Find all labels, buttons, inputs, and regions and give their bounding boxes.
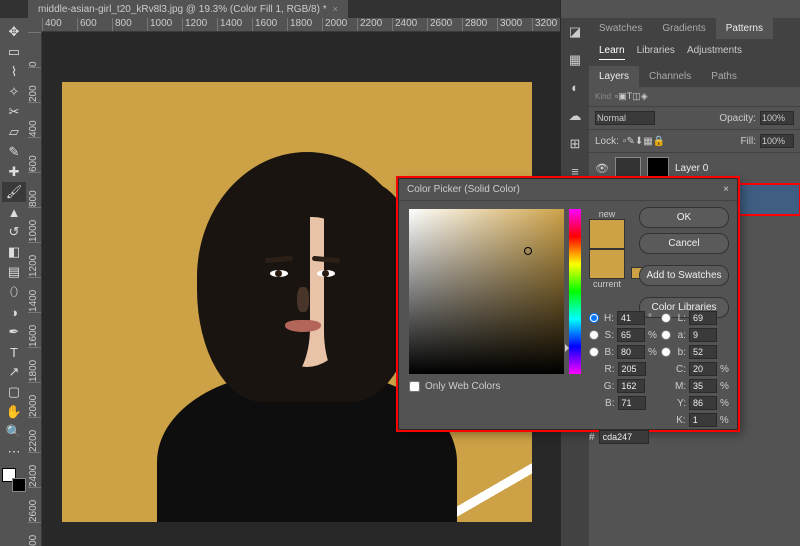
current-color-swatch <box>589 249 625 279</box>
l-radio[interactable] <box>661 313 671 323</box>
new-color-label: new <box>589 209 625 219</box>
tab-adjustments[interactable]: Adjustments <box>687 45 742 60</box>
a-radio[interactable] <box>661 330 671 340</box>
layers-filter-row: Kind ▫▣T◫◈ <box>589 87 800 107</box>
pen-tool[interactable]: ✒ <box>2 322 26 342</box>
bl-radio[interactable] <box>661 347 671 357</box>
kind-label: Kind <box>595 92 611 101</box>
toolbox: ✥ ▭ ⌇ ✧ ✂ ▱ ✎ ✚ 🖌 ▲ ↺ ◧ ▤ ⬯ ◑ ✒ T ↗ ▢ ✋ … <box>0 18 28 546</box>
hand-tool[interactable]: ✋ <box>2 402 26 422</box>
libraries-panel-icon[interactable]: ☁ <box>566 108 584 126</box>
tab-libraries[interactable]: Libraries <box>637 45 675 60</box>
edit-toolbar[interactable]: ⋯ <box>2 442 26 462</box>
wand-tool[interactable]: ✧ <box>2 82 26 102</box>
layer-name: Layer 0 <box>675 163 708 174</box>
s-radio[interactable] <box>589 330 599 340</box>
close-icon[interactable]: × <box>723 184 729 195</box>
color-panel-icon[interactable]: ◪ <box>566 24 584 42</box>
frame-tool[interactable]: ▱ <box>2 122 26 142</box>
hex-label: # <box>589 432 595 443</box>
crop-tool[interactable]: ✂ <box>2 102 26 122</box>
type-tool[interactable]: T <box>2 342 26 362</box>
r-input[interactable] <box>618 362 646 376</box>
eyedropper-tool[interactable]: ✎ <box>2 142 26 162</box>
learn-panel-tabs: Learn Libraries Adjustments <box>589 39 800 66</box>
brush-tool[interactable]: 🖌 <box>2 182 26 202</box>
ruler-vertical: 0200400600800100012001400160018002000220… <box>28 32 42 546</box>
ok-button[interactable]: OK <box>639 207 729 228</box>
ruler-horizontal: 4006008001000120014001600180020002200240… <box>42 18 560 32</box>
fill-label: Fill: <box>740 136 756 147</box>
hex-input[interactable] <box>599 430 649 444</box>
color-field[interactable] <box>409 209 564 374</box>
bl-input[interactable] <box>689 345 717 359</box>
new-color-swatch <box>589 219 625 249</box>
c-input[interactable] <box>689 362 717 376</box>
tab-patterns[interactable]: Patterns <box>716 18 773 39</box>
stamp-tool[interactable]: ▲ <box>2 202 26 222</box>
h-radio[interactable] <box>589 313 599 323</box>
close-tab-icon[interactable]: × <box>333 4 338 14</box>
color-swatches[interactable] <box>2 468 26 492</box>
h-input[interactable] <box>617 311 645 325</box>
lasso-tool[interactable]: ⌇ <box>2 62 26 82</box>
g-input[interactable] <box>617 379 645 393</box>
a-input[interactable] <box>689 328 717 342</box>
m-input[interactable] <box>689 379 717 393</box>
dodge-tool[interactable]: ◑ <box>2 302 26 322</box>
l-input[interactable] <box>689 311 717 325</box>
current-color-label: current <box>589 279 625 289</box>
cancel-button[interactable]: Cancel <box>639 233 729 254</box>
opacity-input[interactable] <box>760 111 794 125</box>
lock-icons[interactable]: ▫✎⬇▦🔒 <box>623 136 665 147</box>
shape-tool[interactable]: ▢ <box>2 382 26 402</box>
adjustments-panel-icon[interactable]: ◐ <box>566 80 584 98</box>
history-brush-tool[interactable]: ↺ <box>2 222 26 242</box>
zoom-tool[interactable]: 🔍 <box>2 422 26 442</box>
bh-input[interactable] <box>617 345 645 359</box>
document-title: middle-asian-girl_t20_kRv8l3.jpg @ 19.3%… <box>38 4 327 15</box>
blend-mode-select[interactable] <box>595 111 655 125</box>
tab-gradients[interactable]: Gradients <box>652 18 715 39</box>
bh-radio[interactable] <box>589 347 599 357</box>
color-cursor-icon <box>524 247 532 255</box>
lock-label: Lock: <box>595 136 619 147</box>
s-input[interactable] <box>617 328 645 342</box>
opacity-label: Opacity: <box>719 113 756 124</box>
healing-tool[interactable]: ✚ <box>2 162 26 182</box>
tab-paths[interactable]: Paths <box>701 66 747 87</box>
layer-mask-thumbnail <box>647 157 669 179</box>
swatches-panel-tabs: Swatches Gradients Patterns <box>589 18 800 39</box>
hue-slider-thumb[interactable] <box>565 344 569 352</box>
layer-thumbnail <box>615 157 641 179</box>
add-to-swatches-button[interactable]: Add to Swatches <box>639 265 729 286</box>
path-tool[interactable]: ↗ <box>2 362 26 382</box>
web-colors-checkbox[interactable] <box>409 381 420 392</box>
tab-learn[interactable]: Learn <box>599 45 625 60</box>
hue-slider[interactable] <box>569 209 581 374</box>
marquee-tool[interactable]: ▭ <box>2 42 26 62</box>
web-colors-label: Only Web Colors <box>425 381 500 392</box>
layers-panel-tabs: Layers Channels Paths <box>589 66 800 87</box>
move-tool[interactable]: ✥ <box>2 22 26 42</box>
color-picker-dialog: Color Picker (Solid Color) × new current… <box>398 178 738 430</box>
tab-swatches[interactable]: Swatches <box>589 18 652 39</box>
y-input[interactable] <box>689 396 717 410</box>
bc-input[interactable] <box>618 396 646 410</box>
gradient-tool[interactable]: ▤ <box>2 262 26 282</box>
color-value-fields: H:° L: S:% a: B:% b: R: C:% G: M:% B: Y:… <box>589 311 729 444</box>
blur-tool[interactable]: ⬯ <box>2 282 26 302</box>
visibility-icon[interactable]: 👁 <box>595 162 609 175</box>
tab-channels[interactable]: Channels <box>639 66 701 87</box>
eraser-tool[interactable]: ◧ <box>2 242 26 262</box>
fill-input[interactable] <box>760 134 794 148</box>
dialog-title: Color Picker (Solid Color) <box>407 184 520 195</box>
document-tab[interactable]: middle-asian-girl_t20_kRv8l3.jpg @ 19.3%… <box>28 0 348 18</box>
swatches-panel-icon[interactable]: ▦ <box>566 52 584 70</box>
k-input[interactable] <box>689 413 717 427</box>
tab-layers[interactable]: Layers <box>589 66 639 87</box>
properties-panel-icon[interactable]: ⊞ <box>566 136 584 154</box>
